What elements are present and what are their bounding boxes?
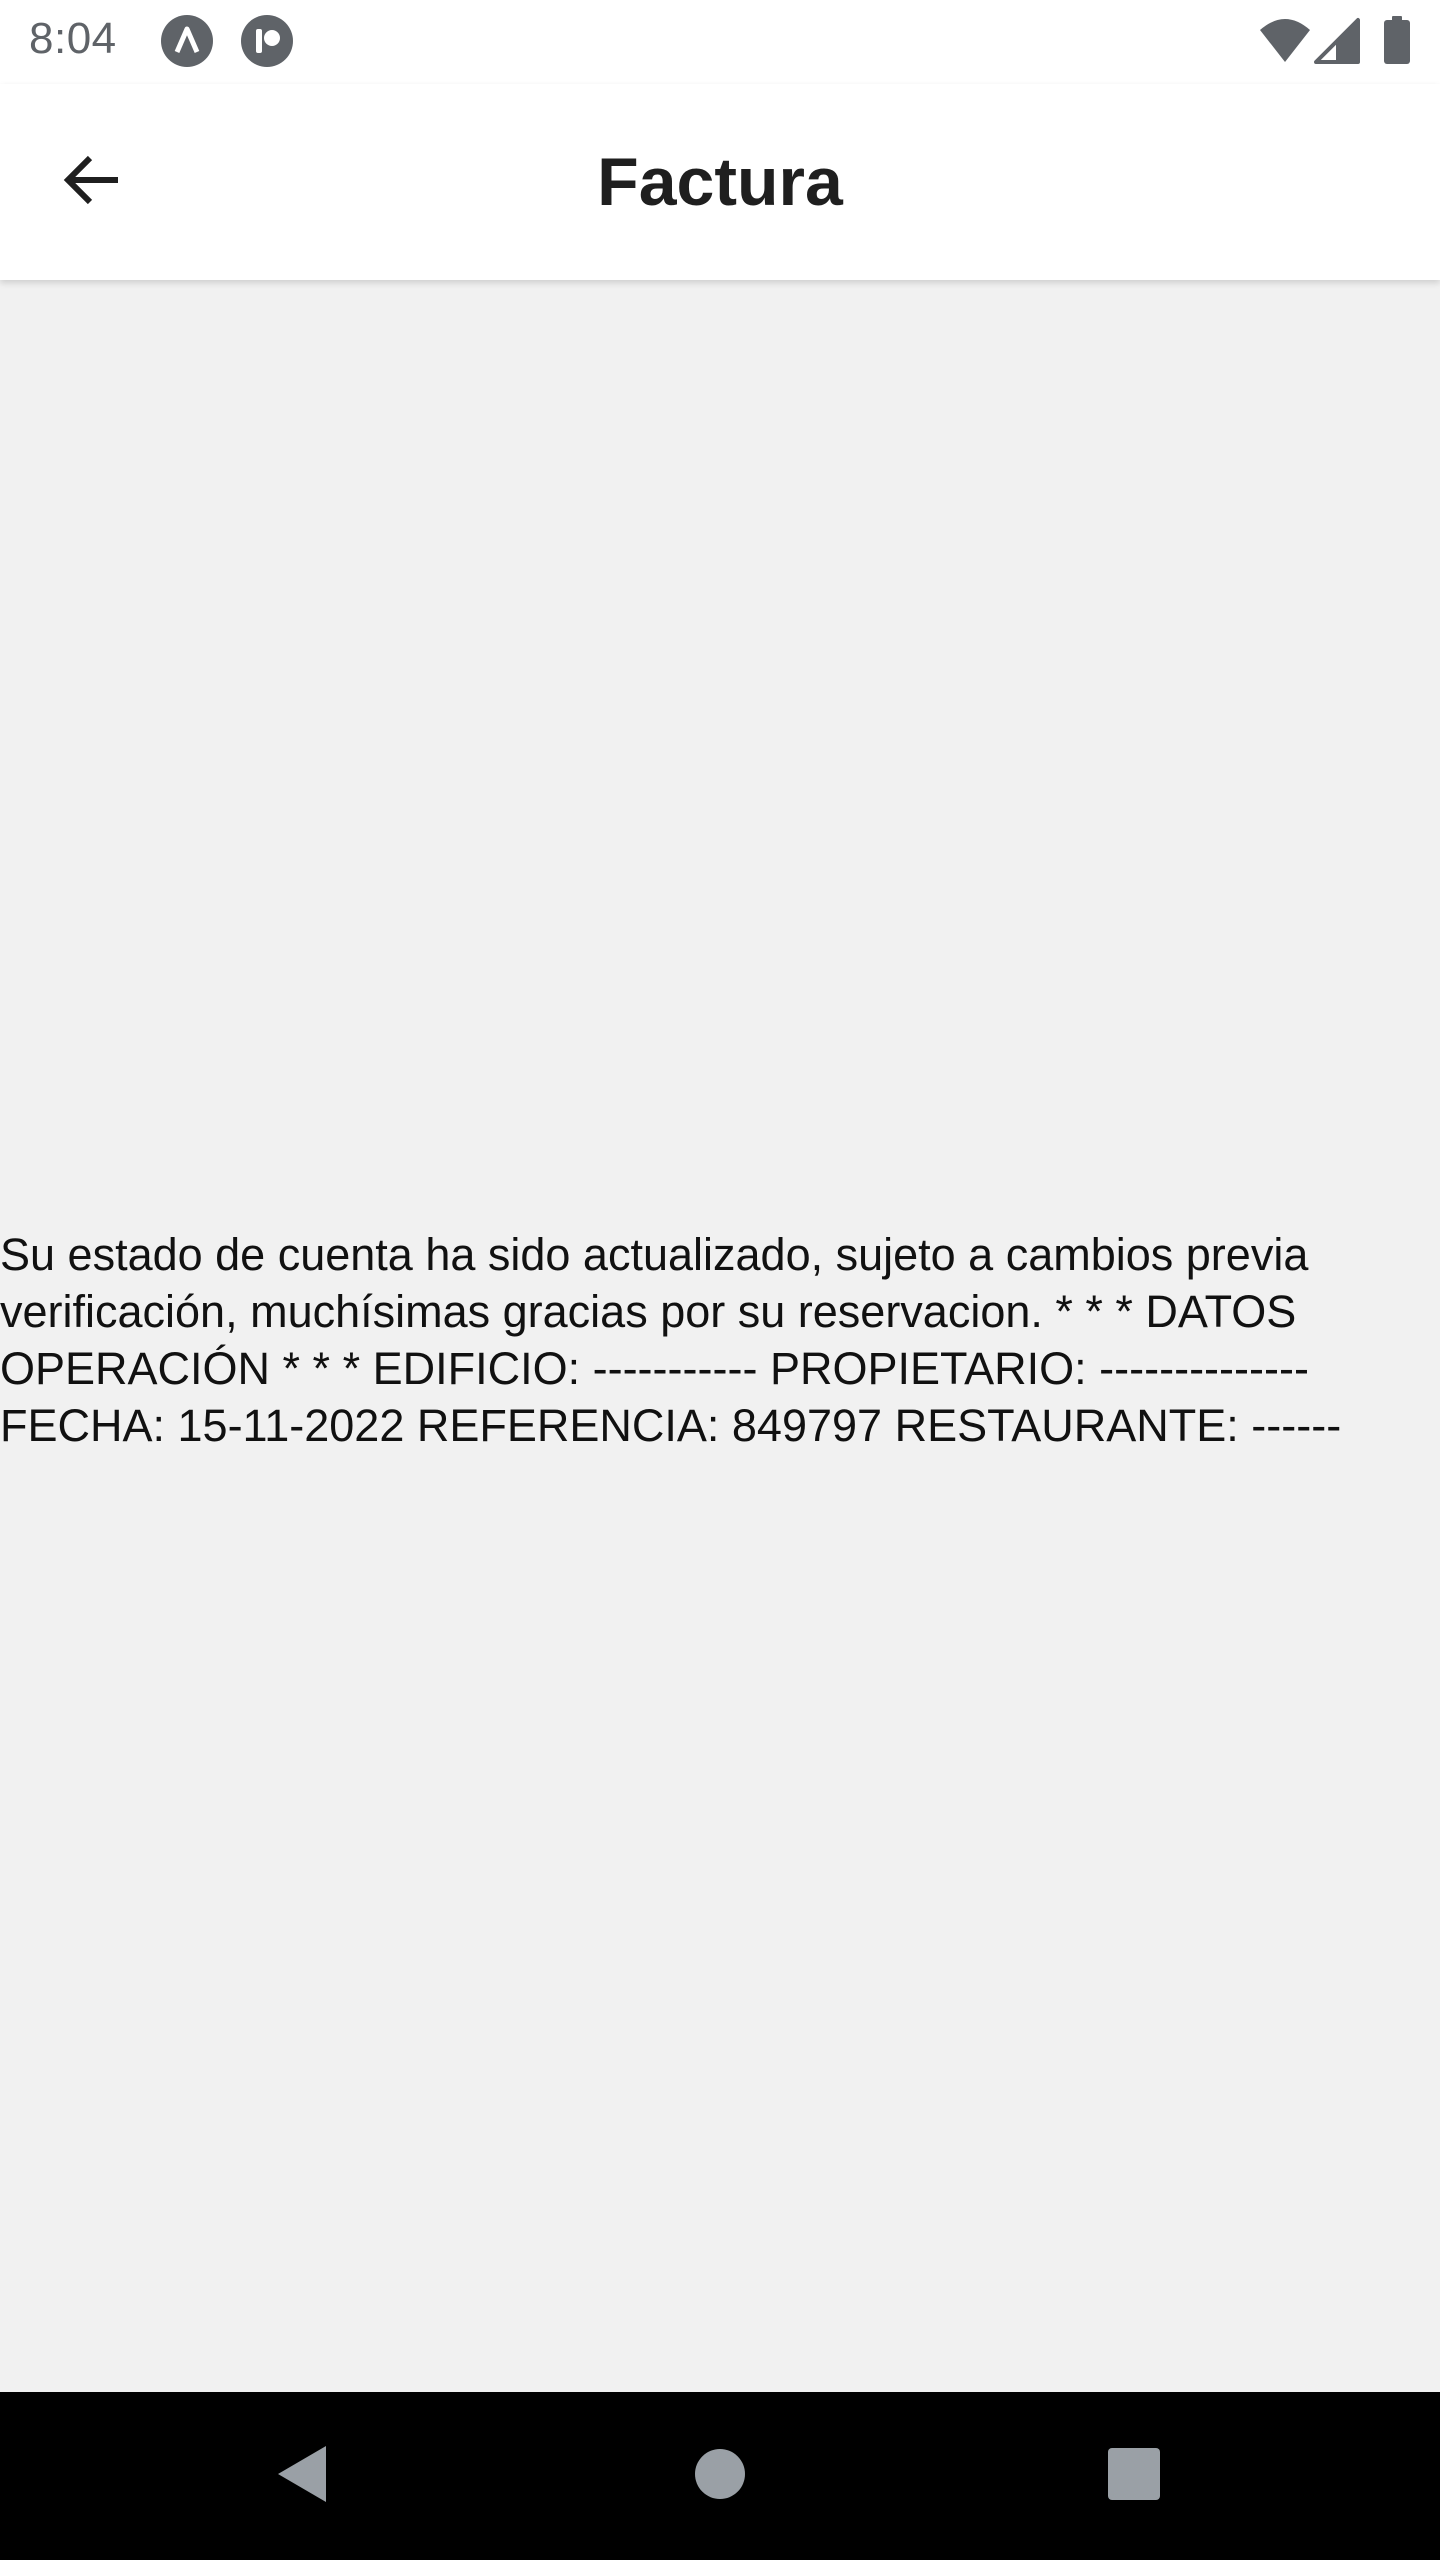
page-title: Factura — [597, 144, 843, 220]
back-triangle-icon — [272, 2442, 332, 2511]
nav-recents-button[interactable] — [1084, 2426, 1184, 2526]
status-bar: 8:04 — [0, 0, 1440, 84]
nav-back-button[interactable] — [252, 2426, 352, 2526]
status-time: 8:04 — [29, 14, 117, 63]
invoice-message: Su estado de cuenta ha sido actualizado,… — [0, 1229, 1342, 1451]
p-letter-icon — [240, 14, 294, 68]
system-nav-bar — [0, 2392, 1440, 2560]
arrow-back-icon — [60, 148, 124, 217]
app-bar: Factura — [0, 84, 1440, 280]
signal-icon — [1312, 16, 1362, 66]
wifi-icon — [1258, 16, 1312, 66]
a-letter-icon — [160, 14, 214, 68]
nav-home-button[interactable] — [670, 2426, 770, 2526]
invoice-content: Su estado de cuenta ha sido actualizado,… — [0, 280, 1440, 2392]
home-circle-icon — [694, 2448, 746, 2505]
back-button[interactable] — [40, 130, 144, 234]
recents-square-icon — [1107, 2447, 1161, 2506]
battery-icon — [1382, 16, 1412, 66]
